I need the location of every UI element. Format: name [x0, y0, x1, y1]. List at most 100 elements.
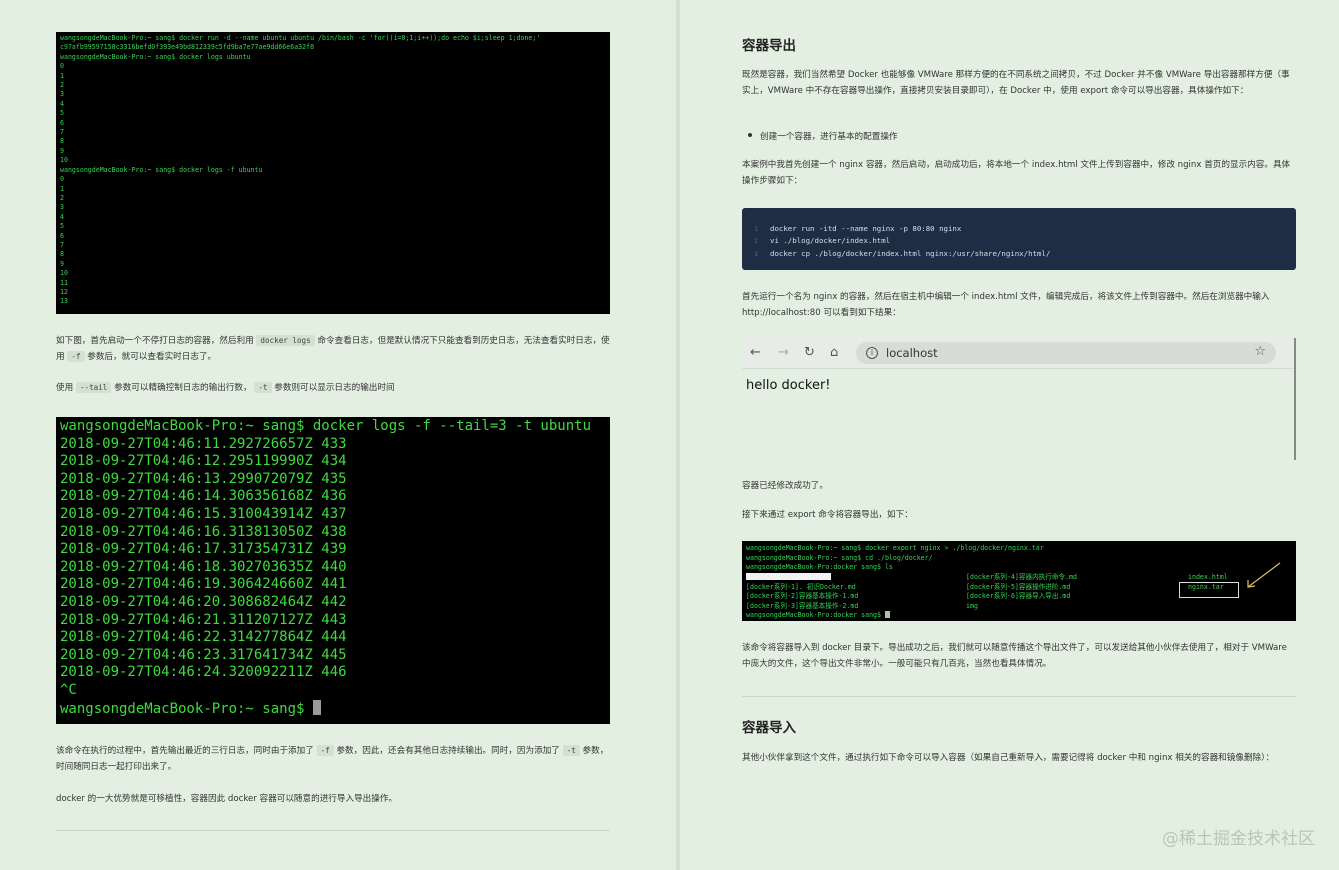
terminal-line: 6 — [60, 118, 64, 127]
terminal-line: 4 — [60, 99, 64, 108]
inline-code: -f — [67, 351, 85, 362]
terminal-line: [docker系列-5]容器操作进阶.md — [966, 582, 1071, 591]
terminal-line: [docker系列-3]容器基本操作-2.md — [746, 601, 859, 610]
inline-code: -t — [254, 382, 272, 393]
terminal-line: ^C — [60, 681, 77, 698]
scrollbar[interactable] — [1294, 338, 1296, 460]
terminal-line: wangsongdeMacBook-Pro:docker sang$ ls — [746, 563, 893, 572]
terminal-line: 10 — [60, 156, 68, 165]
paragraph-export-done: 该命令将容器导入到 docker 目录下。导出成功之后，我们就可以随意传播这个导… — [742, 643, 1287, 669]
terminal-line: 11 — [60, 278, 68, 287]
terminal-line: 10 — [60, 269, 68, 278]
heading-container-import: 容器导入 — [742, 720, 796, 736]
terminal-line: 2018-09-27T04:46:13.299072079Z 435 — [60, 470, 347, 487]
bullet-dot — [748, 133, 752, 137]
code-line: 3 docker cp ./blog/docker/index.html ngin… — [742, 248, 1296, 260]
terminal-line: 9 — [60, 259, 64, 268]
terminal-output: 2018-09-27T04:46:11.292726657Z 433 2018-0… — [60, 436, 606, 700]
terminal-line: 2018-09-27T04:46:12.295119990Z 434 — [60, 453, 347, 470]
terminal-line: 2018-09-27T04:46:17.317354731Z 439 — [60, 541, 347, 558]
code-text: docker cp ./blog/docker/index.html nginx… — [770, 248, 1051, 258]
terminal-final-prompt: wangsongdeMacBook-Pro:~ sang$ — [60, 699, 606, 719]
home-icon[interactable]: ⌂ — [830, 345, 838, 360]
terminal-line: 3 — [60, 203, 64, 212]
terminal-line: 0 — [60, 175, 64, 184]
cursor — [312, 699, 321, 715]
terminal-line: 4 — [60, 212, 64, 221]
redaction-mark — [746, 573, 831, 580]
arrow-annotation — [1247, 562, 1281, 588]
terminal-line: 6 — [60, 231, 64, 240]
terminal-line: 1 — [60, 184, 64, 193]
terminal-last-prompt: wangsongdeMacBook-Pro:docker sang$ — [746, 611, 890, 621]
terminal-line: 7 — [60, 240, 64, 249]
inline-code: -t — [562, 745, 580, 756]
line-number: 3 — [754, 250, 758, 258]
cursor — [884, 611, 890, 618]
line-number: 2 — [754, 238, 758, 246]
terminal-line: 0 — [60, 62, 64, 71]
terminal-line: 2018-09-27T04:46:11.292726657Z 433 — [60, 435, 347, 452]
prompt-text: wangsongdeMacBook-Pro:~ sang$ — [60, 700, 313, 717]
terminal-line: wangsongdeMacBook-Pro:~ sang$ cd ./blog/… — [746, 553, 933, 562]
terminal-line: wangsongdeMacBook-Pro:~ sang$ docker log… — [60, 52, 251, 61]
forward-icon[interactable]: → — [778, 345, 789, 360]
terminal-line: 9 — [60, 146, 64, 155]
terminal-export: wangsongdeMacBook-Pro:~ sang$ docker exp… — [742, 541, 1296, 621]
info-icon[interactable]: i — [866, 347, 878, 359]
terminal-line: [docker系列-1]. 初识Docker.md — [746, 582, 856, 591]
terminal-line: img — [966, 601, 978, 610]
line-number: 1 — [754, 226, 758, 233]
paragraph-logs-intro: 如下图，首先启动一个不停打日志的容器，然后利用 docker logs 命令查看… — [56, 333, 612, 365]
paragraph-tail-option: 使用 --tail 参数可以精确控制日志的输出行数， -t 参数则可以显示日志的… — [56, 380, 612, 396]
terminal-line: 2018-09-27T04:46:24.320092211Z 446 — [60, 664, 347, 681]
paragraph-export-cmd: 接下来通过 export 命令将容器导出，如下： — [742, 510, 913, 520]
text-segment: 如下图，首先启动一个不停打日志的容器，然后利用 — [56, 336, 254, 346]
terminal-line: wangsongdeMacBook-Pro:~ sang$ docker log… — [60, 165, 263, 174]
file-column-2: [docker系列-4]容器内执行命令.md [docker系列-5]容器操作进阶… — [966, 573, 1077, 611]
reload-icon[interactable]: ↻ — [804, 345, 815, 360]
paragraph-modified: 容器已经修改成功了。 — [742, 481, 828, 491]
text-segment: 参数则可以显示日志的输出时间 — [274, 383, 395, 393]
terminal-line: [docker系列-6]容器导入导出.md — [966, 592, 1071, 601]
terminal-logs-tail: wangsongdeMacBook-Pro:~ sang$ docker log… — [56, 417, 610, 724]
paragraph-nginx-case: 本案例中我首先创建一个 nginx 容器，然后启动，启动成功后，将本地一个 in… — [742, 160, 1291, 186]
bullet-text: 创建一个容器，进行基本的配置操作 — [760, 132, 898, 142]
redacted-filename — [746, 573, 858, 583]
terminal-line: 13 — [60, 297, 68, 306]
code-text: vi ./blog/docker/index.html — [770, 236, 891, 246]
terminal-line: 2018-09-27T04:46:18.302703635Z 440 — [60, 558, 347, 575]
text-segment: 参数后，就可以查看实时日志了。 — [87, 352, 217, 362]
terminal-line: 5 — [60, 109, 64, 118]
terminal-line: [docker系列-4]容器内执行命令.md — [966, 573, 1077, 581]
terminal-command-line: wangsongdeMacBook-Pro:~ sang$ docker log… — [60, 418, 592, 434]
page-content: hello docker! — [746, 378, 831, 393]
terminal-line: 8 — [60, 250, 64, 259]
paragraph-run-nginx: 首先运行一个名为 nginx 的容器，然后在宿主机中编辑一个 index.htm… — [742, 292, 1270, 318]
star-icon[interactable]: ☆ — [1254, 344, 1266, 359]
terminal-line: 2018-09-27T04:46:20.308682464Z 442 — [60, 593, 347, 610]
paragraph-portability: docker 的一大优势就是可移植性，容器因此 docker 容器可以随意的进行… — [56, 794, 398, 804]
terminal-line: 2018-09-27T04:46:22.314277864Z 444 — [60, 629, 347, 646]
terminal-line: 2018-09-27T04:46:19.306424660Z 441 — [60, 576, 347, 593]
terminal-line: 12 — [60, 287, 68, 296]
terminal-line: c97afb99597158c3316befd0f393e49bd812339c… — [60, 43, 315, 52]
section-divider — [742, 696, 1296, 697]
terminal-line: 3 — [60, 90, 64, 99]
address-bar[interactable]: i localhost ☆ — [856, 342, 1276, 364]
back-icon[interactable]: ← — [750, 345, 761, 360]
section-divider — [56, 830, 610, 831]
file-column-1: [docker系列-1]. 初识Docker.md [docker系列-2]容器基… — [746, 573, 858, 611]
code-block: 1 docker run -itd --name nginx -p 80:80 n… — [742, 208, 1296, 270]
prompt-text: wangsongdeMacBook-Pro:docker sang$ — [746, 611, 885, 619]
terminal-line: 5 — [60, 222, 64, 231]
paragraph-export-intro: 既然是容器，我们当然希望 Docker 也能够像 VMWare 那样方便的在不同… — [742, 70, 1290, 96]
inline-code: docker logs — [256, 335, 315, 346]
browser-screenshot: ← → ↻ ⌂ i localhost ☆ hello docker! — [742, 338, 1296, 460]
terminal-line: [docker系列-2]容器基本操作-1.md — [746, 592, 859, 601]
terminal-line: 2018-09-27T04:46:14.306356168Z 436 — [60, 488, 347, 505]
terminal-line: 2 — [60, 81, 64, 90]
terminal-line: 2018-09-27T04:46:21.311207127Z 443 — [60, 611, 347, 628]
paragraph-tail-explain: 该命令在执行的过程中，首先输出最近的三行日志，同时由于添加了 -f 参数，因此，… — [56, 743, 612, 775]
highlight-box — [1179, 582, 1239, 598]
